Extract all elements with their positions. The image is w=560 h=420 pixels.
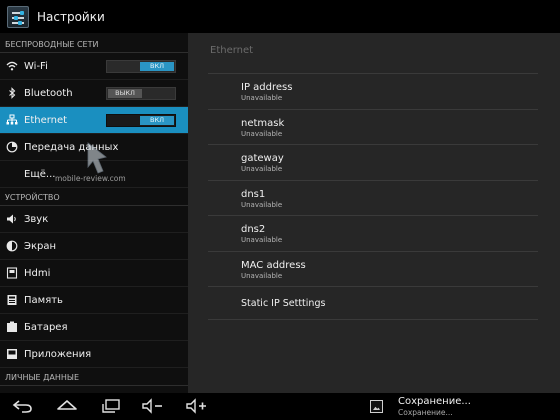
bluetooth-toggle[interactable]: ВЫКЛ xyxy=(106,86,176,100)
pref-netmask[interactable]: netmask Unavailable xyxy=(208,110,538,145)
pref-summary: Unavailable xyxy=(241,129,283,138)
storage-icon xyxy=(6,294,18,306)
wifi-toggle[interactable]: ВКЛ xyxy=(106,59,176,73)
settings-item-apps[interactable]: Приложения xyxy=(0,341,188,368)
wifi-icon xyxy=(6,60,18,72)
notification-title: Сохранение... xyxy=(398,396,471,407)
bluetooth-icon xyxy=(6,87,18,99)
settings-list: БЕСПРОВОДНЫЕ СЕТИ Wi-Fi ВКЛ Bluetooth ВЫ… xyxy=(0,33,188,393)
notification-subtitle: Сохранение... xyxy=(398,408,453,417)
battery-icon xyxy=(6,321,18,333)
pref-summary: Unavailable xyxy=(241,200,283,209)
recent-apps-icon[interactable] xyxy=(100,397,122,416)
pref-title: netmask xyxy=(241,117,285,129)
pref-mac-address[interactable]: MAC address Unavailable xyxy=(208,252,538,287)
pref-title: MAC address xyxy=(241,259,306,271)
pref-summary: Unavailable xyxy=(241,94,283,102)
pref-summary: Unavailable xyxy=(241,271,283,280)
settings-item-label: Батарея xyxy=(24,321,68,333)
volume-down-icon[interactable] xyxy=(141,397,165,416)
settings-item-hdmi[interactable]: Hdmi xyxy=(0,260,188,287)
settings-item-bluetooth[interactable]: Bluetooth ВЫКЛ xyxy=(0,80,188,107)
pref-summary: Unavailable xyxy=(241,165,283,173)
settings-item-label: Приложения xyxy=(24,348,92,360)
pref-title: IP address xyxy=(241,82,293,93)
switch-state: ВКЛ xyxy=(140,61,174,71)
hdmi-icon xyxy=(6,267,18,279)
saving-notification[interactable]: Сохранение... Сохранение... xyxy=(366,393,560,420)
pref-title: dns1 xyxy=(241,188,266,200)
pref-title: Static IP Setttings xyxy=(241,298,326,309)
settings-item-wifi[interactable]: Wi-Fi ВКЛ xyxy=(0,53,188,80)
sound-icon xyxy=(6,213,18,225)
data-usage-icon xyxy=(6,141,18,153)
pref-summary: Unavailable xyxy=(241,236,283,244)
watermark: mobile-review.com xyxy=(55,174,126,183)
home-icon[interactable] xyxy=(56,397,78,416)
pref-ip-address[interactable]: IP address Unavailable xyxy=(208,74,538,110)
switch-state: ВЫКЛ xyxy=(108,88,142,98)
volume-up-icon[interactable] xyxy=(185,397,209,416)
ethernet-icon xyxy=(6,114,18,126)
apps-icon xyxy=(6,348,18,360)
section-header-device: УСТРОЙСТВО xyxy=(0,188,188,206)
watermark-arrow-icon xyxy=(87,142,107,174)
settings-item-label: Память xyxy=(24,294,63,306)
settings-item-label: Hdmi xyxy=(24,267,51,279)
ethernet-preference-list: IP address Unavailable netmask Unavailab… xyxy=(208,74,538,320)
pref-dns1[interactable]: dns1 Unavailable xyxy=(208,181,538,216)
pref-title: dns2 xyxy=(241,224,266,235)
pref-gateway[interactable]: gateway Unavailable xyxy=(208,145,538,181)
image-icon xyxy=(370,400,383,413)
settings-app-icon[interactable] xyxy=(7,5,29,28)
back-icon[interactable] xyxy=(12,397,34,416)
detail-header: Ethernet xyxy=(210,45,254,56)
settings-item-sound[interactable]: Звук xyxy=(0,206,188,233)
settings-item-label: Звук xyxy=(24,213,49,225)
display-icon xyxy=(6,240,18,252)
ethernet-detail-pane: Ethernet IP address Unavailable netmask … xyxy=(188,33,560,393)
pref-title: gateway xyxy=(241,153,284,164)
settings-item-display[interactable]: Экран xyxy=(0,233,188,260)
app-title: Настройки xyxy=(37,9,105,24)
ethernet-toggle[interactable]: ВКЛ xyxy=(106,113,176,127)
pref-static-ip-settings[interactable]: Static IP Setttings xyxy=(208,287,538,320)
action-bar: Настройки xyxy=(0,0,560,33)
settings-item-ethernet[interactable]: Ethernet ВКЛ xyxy=(0,107,188,134)
settings-item-storage[interactable]: Память xyxy=(0,287,188,314)
settings-item-label: Экран xyxy=(24,240,57,252)
switch-state: ВКЛ xyxy=(140,115,174,125)
pref-dns2[interactable]: dns2 Unavailable xyxy=(208,216,538,252)
settings-item-battery[interactable]: Батарея xyxy=(0,314,188,341)
section-header-wireless: БЕСПРОВОДНЫЕ СЕТИ xyxy=(0,33,188,53)
section-header-personal: ЛИЧНЫЕ ДАННЫЕ xyxy=(0,368,188,386)
